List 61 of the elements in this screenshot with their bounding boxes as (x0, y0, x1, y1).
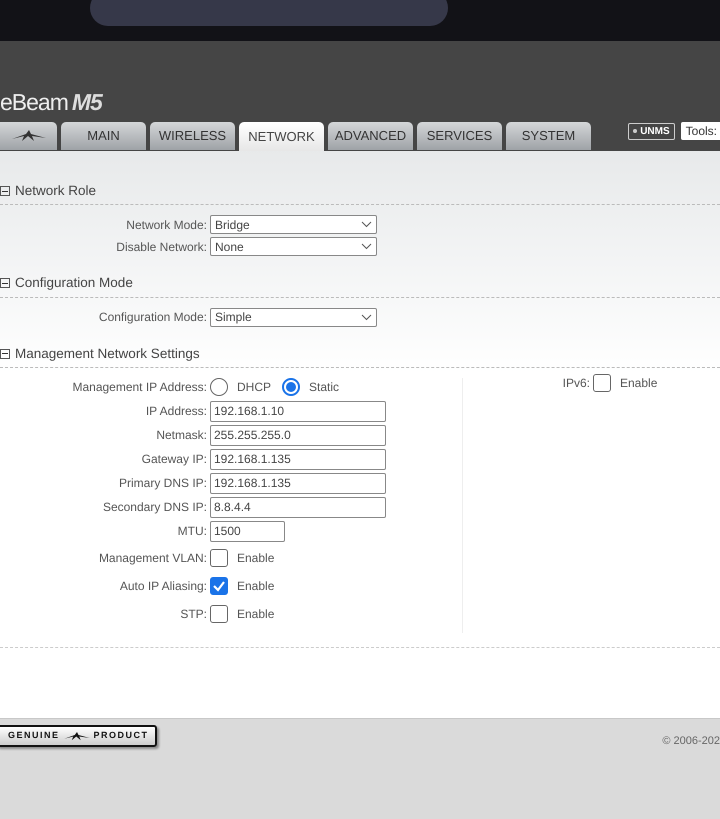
nav-tab[interactable]: MAIN (61, 122, 146, 150)
nav-tab[interactable] (0, 122, 57, 150)
nav-tab[interactable]: NETWORK (239, 122, 324, 151)
field-label: Configuration Mode: (98, 309, 207, 326)
dot-icon (633, 129, 638, 133)
checkbox[interactable] (210, 576, 228, 595)
input-field[interactable]: 192.168.1.135 (210, 448, 386, 470)
input-field[interactable]: 1500 (210, 520, 285, 542)
field-label: Network Mode: (125, 216, 207, 234)
field-label: MTU: (176, 523, 207, 540)
dropdown[interactable]: Simple (210, 308, 377, 326)
input-field[interactable]: 8.8.4.4 (210, 496, 386, 518)
input-field[interactable]: 192.168.1.10 (210, 400, 386, 422)
radio-button[interactable] (282, 378, 300, 396)
field-label: Gateway IP: (140, 451, 207, 468)
section-title: Management Network Settings (15, 344, 200, 363)
collapse-toggle[interactable] (0, 278, 10, 288)
field-label: Disable Network: (115, 238, 207, 256)
field-label: IPv6: (562, 374, 590, 392)
dropdown[interactable]: None (210, 237, 377, 256)
copyright-text: © 2006-202 (662, 734, 720, 749)
collapse-toggle[interactable] (0, 348, 10, 359)
checkbox[interactable] (210, 604, 228, 623)
checkbox[interactable] (593, 374, 611, 392)
unms-badge[interactable]: UNMS (628, 122, 675, 140)
checkbox-label: Enable (620, 374, 658, 392)
checkmark-icon (212, 578, 226, 593)
antenna-logo-icon (12, 130, 46, 142)
field-label: STP: (179, 606, 207, 623)
collapse-toggle[interactable] (0, 186, 10, 196)
product-name: eBeam (0, 88, 68, 117)
tools-menu[interactable]: Tools: (680, 122, 720, 140)
antenna-logo-icon (64, 732, 90, 740)
dropdown[interactable]: Bridge (210, 215, 377, 234)
nav-tab[interactable]: SYSTEM (506, 122, 591, 150)
field-label: Secondary DNS IP: (102, 499, 207, 516)
nav-tab[interactable]: SERVICES (417, 122, 502, 150)
chevron-down-icon (361, 314, 372, 320)
nav-tab[interactable]: WIRELESS (150, 122, 235, 150)
checkbox[interactable] (210, 548, 228, 567)
section-title: Network Role (15, 182, 96, 200)
input-field[interactable]: 192.168.1.135 (210, 472, 386, 494)
section-title: Configuration Mode (15, 274, 133, 292)
input-field[interactable]: 255.255.255.0 (210, 424, 386, 446)
radio-label: DHCP (237, 378, 272, 396)
genuine-product-badge: GENUINE PRODUCT (0, 725, 157, 747)
chevron-down-icon (361, 243, 372, 250)
nav-tab[interactable]: ADVANCED (328, 122, 413, 150)
field-label: Auto IP Aliasing: (118, 578, 207, 595)
checkbox-label: Enable (237, 606, 274, 623)
chevron-down-icon (361, 221, 372, 228)
field-label: Primary DNS IP: (118, 475, 207, 492)
checkbox-label: Enable (237, 578, 274, 595)
field-label: Management VLAN: (98, 550, 207, 567)
radio-label: Static (309, 378, 340, 396)
checkbox-label: Enable (237, 550, 274, 567)
radio-button[interactable] (210, 378, 228, 396)
model-name: M5 (72, 88, 102, 117)
field-label: IP Address: (144, 403, 207, 420)
field-label: Management IP Address: (71, 378, 207, 396)
field-label: Netmask: (155, 427, 207, 444)
